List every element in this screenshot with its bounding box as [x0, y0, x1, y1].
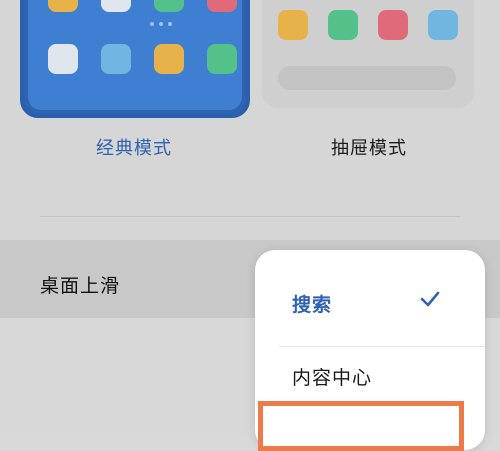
page-indicator — [150, 22, 172, 26]
classic-mode-label[interactable]: 经典模式 — [96, 134, 172, 160]
app-tile-icon — [378, 10, 408, 40]
app-tile-icon — [48, 0, 78, 12]
classic-preview-screen — [28, 0, 242, 110]
app-tile-icon — [278, 10, 308, 40]
swipe-up-setting-label: 桌面上滑 — [40, 275, 121, 297]
app-tile-icon — [48, 44, 78, 74]
app-tile-icon — [428, 10, 458, 40]
classic-mode-preview[interactable] — [20, 0, 250, 118]
check-icon — [420, 291, 440, 307]
section-divider — [40, 216, 460, 217]
menu-option-label: 搜索 — [292, 294, 333, 316]
app-tile-icon — [328, 10, 358, 40]
menu-option-search[interactable]: 搜索 — [255, 250, 485, 346]
highlight-annotation-box — [258, 401, 464, 451]
app-tile-icon — [207, 44, 237, 74]
drawer-mode-preview[interactable] — [262, 0, 474, 108]
drawer-search-bar — [278, 66, 456, 90]
app-tile-icon — [154, 44, 184, 74]
app-tile-icon — [207, 0, 237, 12]
app-tile-icon — [101, 0, 131, 12]
drawer-mode-label[interactable]: 抽屉模式 — [331, 134, 407, 160]
app-tile-icon — [101, 44, 131, 74]
menu-option-label: 内容中心 — [292, 367, 373, 389]
app-tile-icon — [154, 0, 184, 12]
